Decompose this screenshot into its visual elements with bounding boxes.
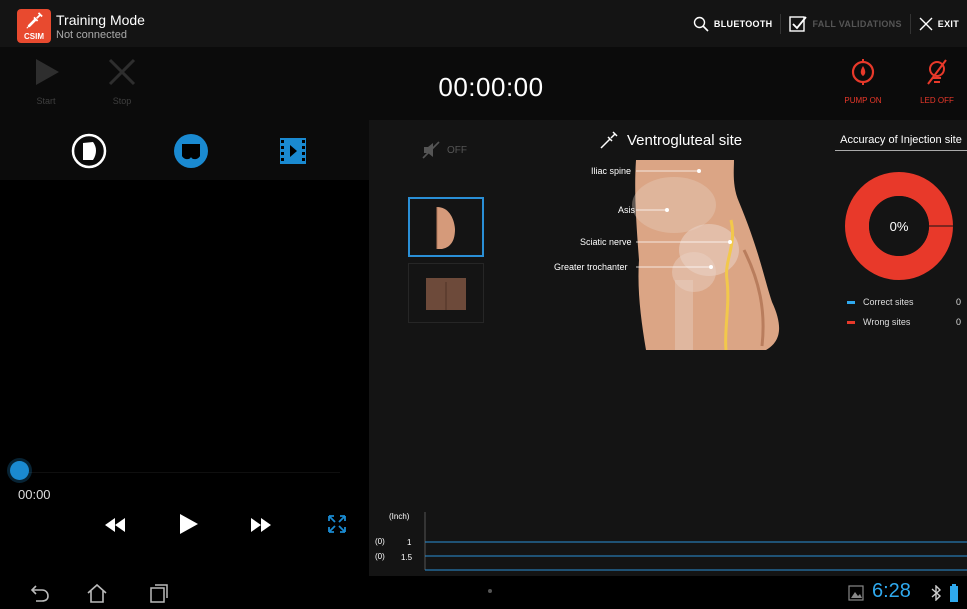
checkbox-icon [789, 16, 808, 32]
exit-button[interactable]: EXIT [911, 17, 967, 31]
bluetooth-status-icon [931, 585, 942, 601]
video-panel [0, 120, 369, 576]
app-title: Training Mode [56, 12, 145, 28]
video-time: 00:00 [18, 487, 51, 502]
depth-chart: (Inch) (0) 1 (0) 1.5 [369, 508, 967, 576]
site-heading: Ventrogluteal site [599, 130, 742, 150]
thumb-side-view[interactable] [408, 197, 484, 257]
site-title: Ventrogluteal site [627, 131, 743, 149]
view-tabs [0, 120, 369, 180]
legend-correct: Correct sites 0 [847, 297, 967, 307]
exit-label: EXIT [937, 19, 959, 29]
play-button[interactable] [178, 512, 200, 536]
legend-correct-value: 0 [955, 297, 961, 307]
label-iliac-spine: Iliac spine [591, 166, 632, 176]
depth-unit: (Inch) [389, 512, 410, 521]
accuracy-percent: 0% [890, 219, 909, 234]
legend-wrong: Wrong sites 0 [847, 317, 967, 327]
mute-icon [422, 141, 440, 159]
app-logo-text: CSIM [24, 32, 44, 41]
accuracy-donut: 0% [845, 172, 955, 280]
syringe-icon [600, 131, 618, 149]
label-greater-trochanter: Greater trochanter [554, 262, 628, 272]
validate-label: FALL VALIDATIONS [812, 19, 902, 29]
depth-count-1: (0) [375, 537, 385, 546]
ventrogluteal-illustration [632, 160, 780, 350]
legend-wrong-value: 0 [955, 317, 961, 327]
legend-swatch-correct [847, 300, 855, 304]
battery-icon [950, 584, 958, 602]
legend-correct-label: Correct sites [863, 297, 914, 307]
validate-button[interactable]: FALL VALIDATIONS [781, 15, 909, 33]
system-nav-bar: 6:28 [0, 576, 967, 609]
depth-count-2: (0) [375, 552, 385, 561]
menu-dot[interactable] [488, 589, 492, 593]
legend-swatch-wrong [847, 320, 855, 324]
bluetooth-button[interactable]: BLUETOOTH [685, 16, 781, 32]
hip-thumbnail [436, 207, 455, 249]
bluetooth-label: BLUETOOTH [713, 19, 773, 29]
tab-video[interactable] [276, 132, 314, 170]
tab-body-outline[interactable] [70, 132, 108, 170]
system-clock: 6:28 [872, 580, 911, 602]
accuracy-title: Accuracy of Injection site [835, 134, 967, 151]
buttocks-thumbnail [426, 278, 466, 310]
recent-apps-icon[interactable] [148, 582, 170, 604]
back-icon[interactable] [28, 582, 50, 604]
home-icon[interactable] [86, 582, 108, 604]
legend-wrong-label: Wrong sites [863, 317, 911, 327]
seek-track[interactable] [20, 472, 340, 473]
seek-handle[interactable] [10, 461, 29, 480]
app-logo: CSIM [17, 9, 51, 43]
rewind-button[interactable] [104, 515, 126, 535]
connection-status: Not connected [56, 29, 127, 41]
fullscreen-button[interactable] [327, 514, 347, 534]
depth-chart-lines [424, 512, 967, 571]
depth-value-1: 1 [407, 538, 412, 547]
action-bar: BLUETOOTH FALL VALIDATIONS EXIT [685, 13, 967, 35]
site-panel: OFF Ventrogluteal site Iliac spine Asis … [369, 120, 967, 576]
depth-value-2: 1.5 [401, 553, 413, 562]
close-icon [919, 17, 933, 31]
session-timer: 00:00:00 [438, 72, 544, 102]
sound-toggle[interactable]: OFF [421, 140, 467, 160]
label-sciatic-nerve: Sciatic nerve [580, 237, 632, 247]
syringe-icon [26, 12, 43, 29]
sound-label: OFF [447, 144, 467, 156]
title-bar: CSIM Training Mode Not connected BLUETOO… [0, 0, 967, 47]
search-icon [693, 16, 709, 32]
label-asis: Asis [618, 205, 636, 215]
thumb-back-view[interactable] [408, 263, 484, 323]
fast-forward-button[interactable] [250, 515, 272, 535]
tab-buttocks-view[interactable] [172, 132, 210, 170]
gallery-icon [848, 585, 864, 601]
